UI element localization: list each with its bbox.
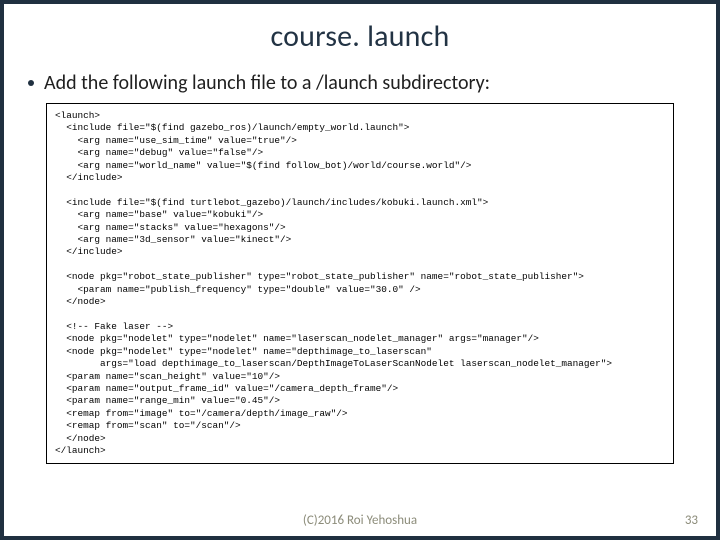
footer-copyright: (C)2016 Roi Yehoshua — [4, 513, 716, 528]
code-block: <launch> <include file="$(find gazebo_ro… — [46, 103, 674, 464]
bullet-dot-icon — [28, 80, 34, 86]
page-number: 33 — [685, 513, 698, 528]
slide-title: course. launch — [4, 4, 716, 55]
slide-frame: course. launch Add the following launch … — [0, 0, 720, 540]
bullet-line: Add the following launch file to a /laun… — [4, 55, 716, 103]
bullet-text: Add the following launch file to a /laun… — [44, 71, 490, 95]
